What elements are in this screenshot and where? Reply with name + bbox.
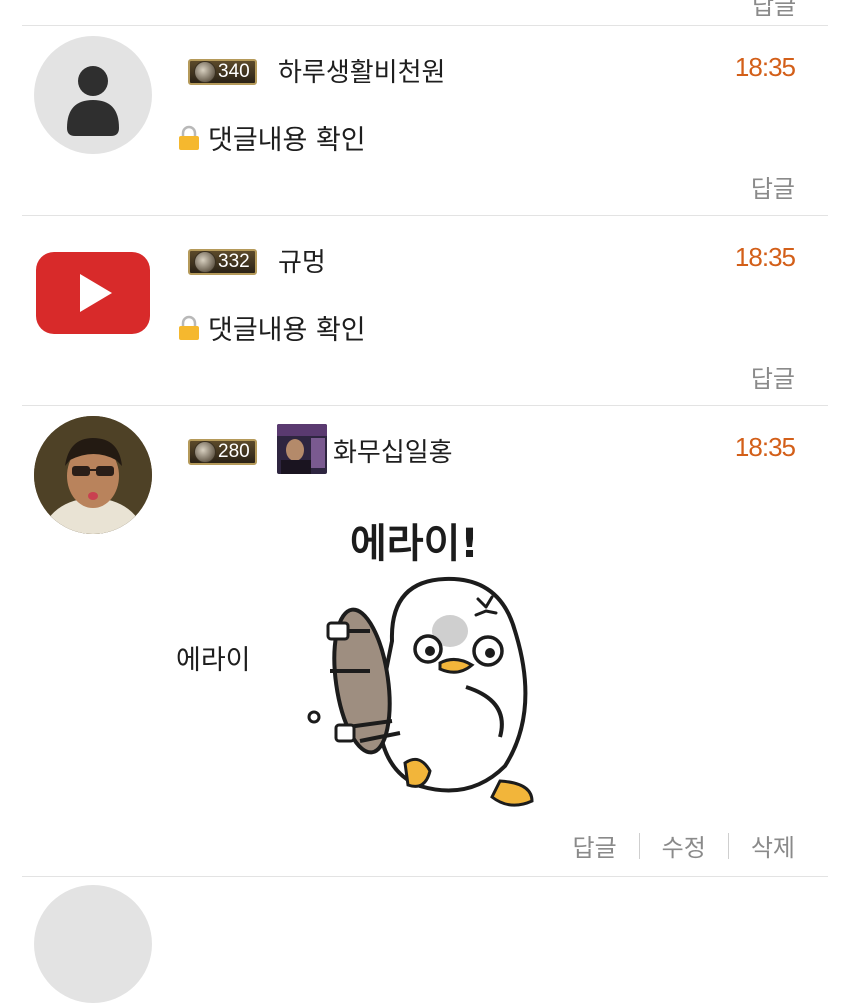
delete-button[interactable]: 삭제 xyxy=(751,828,795,863)
comment-time: 18:35 xyxy=(734,52,796,82)
edit-button[interactable]: 수정 xyxy=(662,828,706,863)
youtube-icon xyxy=(36,252,150,334)
nickname[interactable]: 화무십일홍 xyxy=(333,432,453,469)
comment-time: 18:35 xyxy=(734,242,796,272)
emoticon-sticker[interactable]: 에라이! xyxy=(270,501,560,811)
duck-character-icon xyxy=(307,576,534,807)
lock-icon xyxy=(176,315,202,341)
avatar[interactable] xyxy=(34,36,152,154)
level-number: 340 xyxy=(218,61,250,82)
profile-photo xyxy=(34,416,152,534)
divider xyxy=(727,832,729,859)
divider xyxy=(638,832,640,859)
level-medal-icon xyxy=(194,441,216,463)
reply-button[interactable]: 답글 xyxy=(751,169,795,204)
comment-body: 댓글내용 확인 xyxy=(208,125,366,156)
reply-button[interactable]: 답글 xyxy=(751,359,795,394)
nickname[interactable]: 규멍 xyxy=(278,242,326,279)
comment-body: 댓글내용 확인 xyxy=(208,315,366,346)
default-user-icon xyxy=(67,66,119,136)
level-number: 280 xyxy=(218,441,250,462)
level-badge: 332 xyxy=(188,249,257,275)
lock-icon xyxy=(176,125,202,151)
comment-time: 18:35 xyxy=(734,432,796,462)
comment-body: 에라이 xyxy=(176,645,251,676)
reply-button[interactable]: 답글 xyxy=(752,0,796,21)
avatar[interactable] xyxy=(34,885,152,1003)
level-badge: 340 xyxy=(188,59,257,85)
level-badge: 280 xyxy=(188,439,257,465)
nickname[interactable]: 하루생활비천원 xyxy=(278,52,445,89)
avatar[interactable] xyxy=(34,416,152,534)
level-medal-icon xyxy=(194,61,216,83)
level-medal-icon xyxy=(194,251,216,273)
comment-actions: 답글 수정 삭제 xyxy=(572,828,795,863)
comment-item: 332 규멍 18:35 댓글내용 확인 답글 xyxy=(22,216,828,406)
secret-comment[interactable]: 댓글내용 확인 xyxy=(176,308,366,347)
secret-comment[interactable]: 댓글내용 확인 xyxy=(176,118,366,157)
level-number: 332 xyxy=(218,251,250,272)
comment-item: 280 화무십일홍 18:35 에라이 에라이! 답글 수정 삭제 xyxy=(22,406,828,877)
reply-button[interactable]: 답글 xyxy=(572,828,616,863)
comment-item: 340 하루생활비천원 18:35 댓글내용 확인 답글 xyxy=(22,26,828,216)
mini-profile-image xyxy=(277,424,327,474)
avatar[interactable] xyxy=(34,226,152,344)
